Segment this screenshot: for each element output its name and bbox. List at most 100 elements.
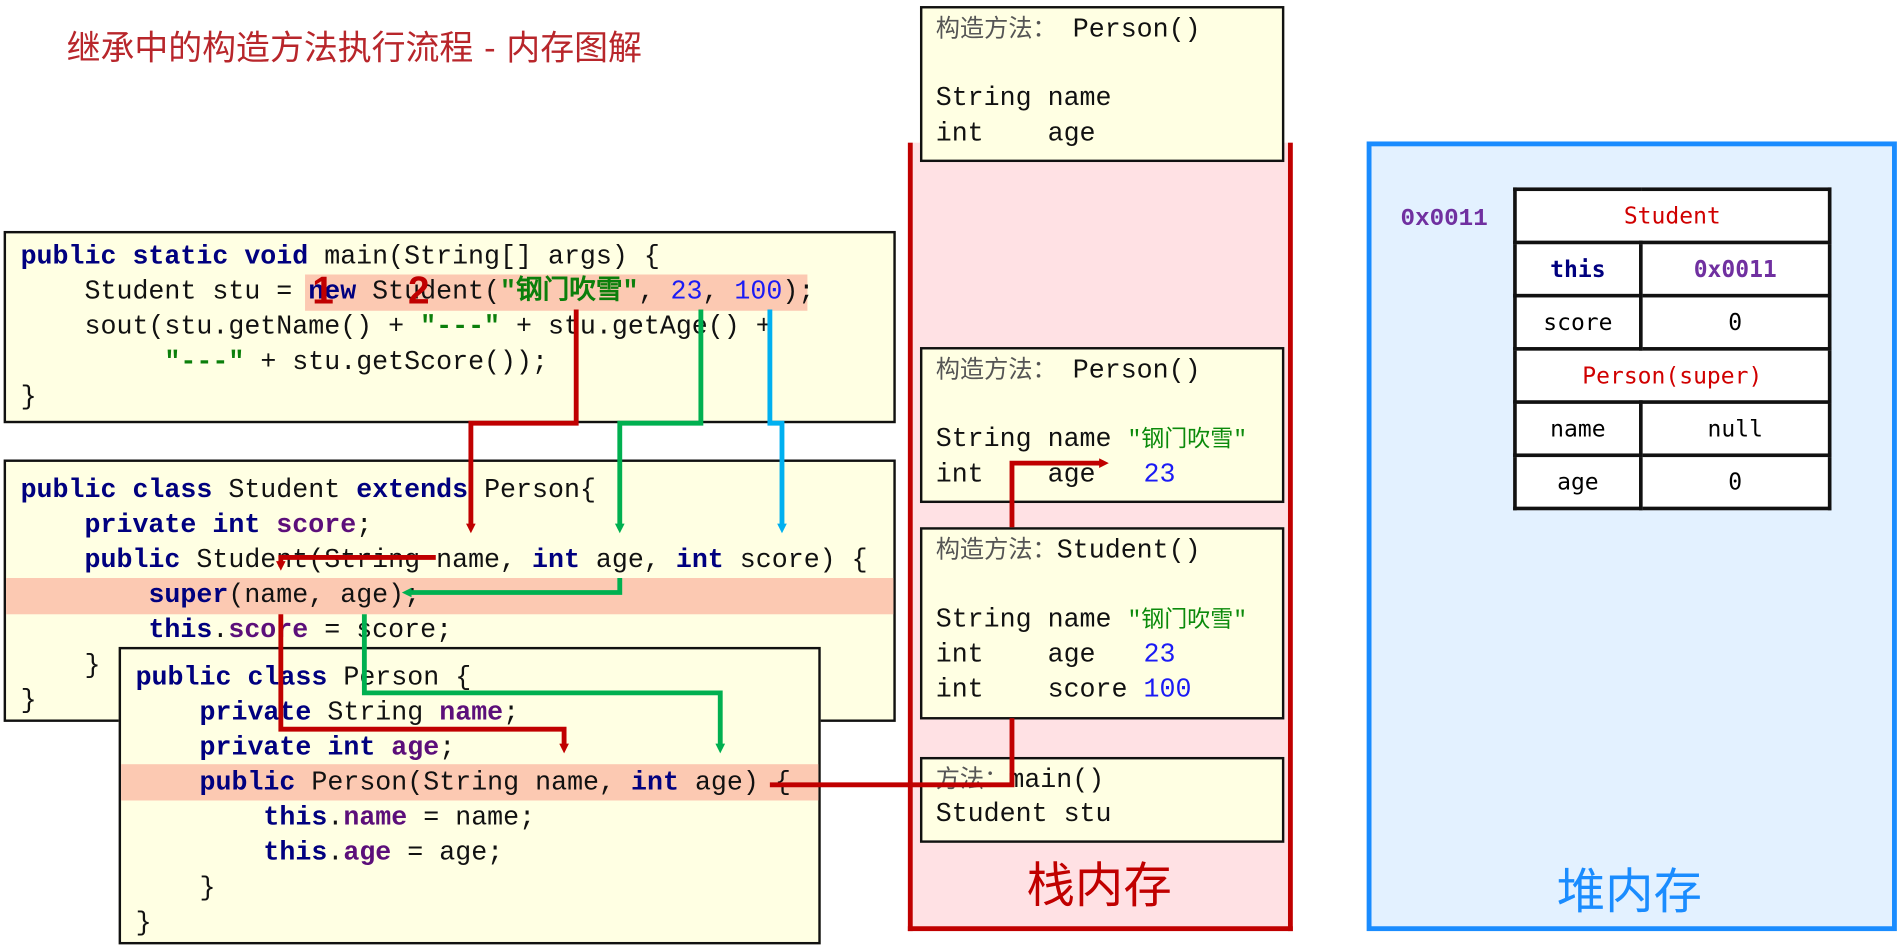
frame-line: 构造方法：Student() — [936, 532, 1282, 567]
stack-frame-person-constructor-top: 构造方法： Person() String name int age — [919, 6, 1285, 163]
diagram-title: 继承中的构造方法执行流程 - 内存图解 — [66, 27, 642, 68]
code-token: Student(String name, — [180, 545, 532, 576]
code-token: score — [276, 510, 357, 541]
code-token: int — [531, 545, 580, 576]
code-token: this — [148, 615, 213, 646]
code-token: age — [391, 732, 440, 764]
code-token: int — [675, 545, 724, 576]
frame-line: String name — [936, 81, 1282, 116]
code-token: ; — [356, 510, 373, 541]
field-name-key: name — [1513, 400, 1643, 458]
field-age-value: 0 — [1639, 453, 1832, 511]
code-token: super — [148, 580, 229, 611]
code-token: extends — [356, 475, 469, 506]
frame-line: String name "钢门吹雪" — [936, 422, 1282, 457]
code-token: int age — [935, 459, 1144, 490]
code-token: name — [343, 802, 408, 834]
code-token: Student stu = — [20, 276, 309, 308]
code-token: . — [212, 615, 229, 646]
frame-line: 构造方法： Person() — [936, 352, 1282, 387]
code-token: this — [263, 837, 328, 869]
code-token: int score — [935, 674, 1144, 705]
code-token: . — [327, 802, 344, 834]
object-address: 0x0011 — [1400, 205, 1488, 234]
field-age-key: age — [1513, 453, 1643, 511]
code-token: int age — [935, 118, 1096, 149]
code-token: } — [20, 382, 37, 413]
code-line: public Student(String name, int age, int… — [6, 543, 893, 578]
code-token: "---" — [164, 347, 245, 378]
field-score-value: 0 — [1639, 293, 1832, 351]
code-token: String — [311, 697, 440, 728]
field-name-value: null — [1639, 400, 1832, 458]
frame-line: int age 23 — [936, 457, 1282, 492]
code-token: score) { — [723, 545, 868, 576]
code-token: String name — [935, 604, 1128, 635]
code-line: this.name = name; — [121, 800, 818, 835]
code-token: (name, age); — [228, 580, 421, 611]
code-token: "钢门吹雪" — [1127, 426, 1248, 454]
code-token: String name — [935, 83, 1112, 114]
code-token: String name — [935, 424, 1128, 455]
code-token: = age; — [391, 837, 504, 869]
frame-line — [936, 567, 1282, 602]
code-token: ; — [439, 732, 456, 764]
code-token: public — [84, 545, 181, 576]
code-token: 构造方法： — [935, 354, 1057, 384]
frame-line: String name "钢门吹雪" — [936, 602, 1282, 637]
code-token: = score; — [308, 615, 453, 646]
code-line: public class Person { — [121, 660, 818, 695]
code-line: public class Student extends Person{ — [6, 473, 893, 508]
frame-line: 方法：main() — [936, 762, 1282, 797]
person-class-code-box: public class Person { private String nam… — [118, 646, 821, 945]
code-token: Person() — [1056, 355, 1201, 386]
code-token: ; — [503, 697, 520, 728]
code-token: = name; — [407, 802, 536, 834]
code-token: main() — [1008, 765, 1105, 796]
code-line: private String name; — [121, 695, 818, 730]
code-token: } — [135, 908, 152, 939]
code-token: 100 — [1143, 674, 1192, 705]
student-object-table: Student this 0x0011 score 0 Person(super) … — [1513, 187, 1832, 511]
frame-line: int age 23 — [936, 637, 1282, 672]
stack-memory-label: 栈内存 — [1026, 858, 1172, 915]
code-line: Student stu = new Student("钢门吹雪", 23, 10… — [6, 274, 893, 309]
code-token: public class — [20, 475, 213, 506]
code-token: 23 — [1143, 639, 1176, 670]
code-token: age — [343, 837, 392, 869]
code-line: } — [121, 871, 818, 906]
code-token: 23 — [670, 276, 703, 308]
code-token: public class — [135, 662, 328, 693]
code-token: private int — [199, 732, 376, 764]
code-token: Person() — [1056, 14, 1201, 45]
code-token: main(String[] args) { — [308, 241, 660, 273]
code-token: age, — [579, 545, 676, 576]
code-token: int — [631, 767, 679, 799]
stack-frame-main: 方法：main() Student stu — [919, 756, 1285, 843]
object-class-name: Student — [1513, 187, 1832, 245]
code-line: private int score; — [6, 508, 893, 543]
code-token: Student stu — [935, 799, 1112, 830]
code-token: private — [199, 697, 312, 728]
code-token: "钢门吹雪" — [1127, 607, 1248, 634]
code-token: score — [228, 615, 309, 646]
field-this-key: this — [1513, 240, 1643, 298]
code-token: 方法： — [935, 764, 1009, 794]
code-token: ); — [782, 276, 815, 308]
heap-memory-label: 堆内存 — [1556, 864, 1702, 921]
code-token: } — [20, 650, 101, 681]
code-token: 100 — [734, 276, 783, 308]
code-token: age) { — [678, 767, 791, 799]
super-section-name: Person(super) — [1513, 347, 1832, 404]
step-label-1: 1 — [312, 268, 334, 312]
code-line: } — [6, 380, 893, 415]
code-token: } — [135, 873, 216, 904]
code-line: } — [121, 906, 818, 941]
